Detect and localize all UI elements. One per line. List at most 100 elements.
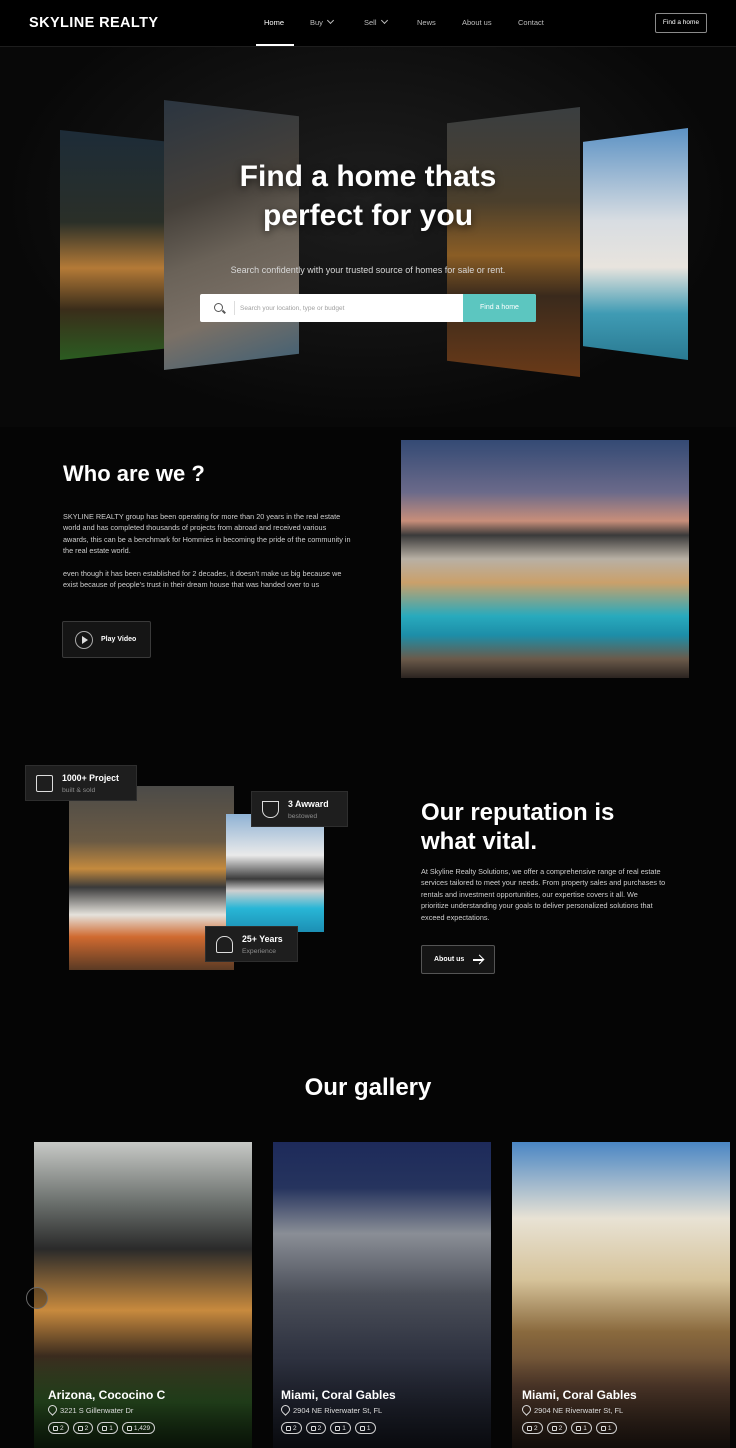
building-icon: [36, 775, 53, 792]
gallery-card[interactable]: Miami, Coral Gables 2904 NE Riverwater S…: [273, 1142, 491, 1448]
nav-news[interactable]: News: [417, 18, 436, 27]
garage-icon: [335, 1425, 341, 1431]
bath-icon: [310, 1425, 316, 1431]
nav-home[interactable]: Home: [264, 18, 284, 27]
feature-value: 2: [293, 1424, 297, 1432]
card-title: Arizona, Cococino C: [48, 1388, 166, 1402]
pool-house-image: [226, 814, 324, 932]
feature-value: 1: [583, 1424, 587, 1432]
about-us-button[interactable]: About us: [421, 945, 495, 974]
gallery-title: Our gallery: [304, 1074, 432, 1101]
card-features: 2 2 1 1: [522, 1422, 617, 1434]
who-title: Who are we ?: [63, 461, 205, 486]
card-shade: [273, 1358, 491, 1448]
card-address: 2904 NE Riverwater St, FL: [534, 1406, 624, 1415]
nav-buy-label: Buy: [310, 18, 323, 27]
hero-title: Find a home thats perfect for you: [168, 157, 568, 235]
badge-subtitle: Experience: [242, 948, 277, 955]
feature-value: 2: [558, 1424, 563, 1432]
search-icon: [214, 303, 223, 312]
area-icon: [359, 1425, 365, 1431]
feature-value: 1: [607, 1424, 612, 1432]
hero-house-image-1: [60, 130, 166, 360]
nav-contact[interactable]: Contact: [518, 18, 544, 27]
feature-bathrooms: 2: [72, 1422, 94, 1434]
card-features: 2 2 1 1: [281, 1422, 376, 1434]
hero-house-image-4: [583, 128, 688, 360]
who-paragraph-2: even though it has been established for …: [63, 569, 342, 590]
reputation-title-line2: what vital.: [421, 828, 538, 855]
find-home-search-button[interactable]: Find a home: [463, 294, 536, 322]
feature-value: 2: [317, 1424, 322, 1432]
reputation-paragraph: At Skyline Realty Solutions, we offer a …: [421, 867, 666, 922]
feature-bedrooms: 2: [281, 1422, 302, 1434]
brand-logo[interactable]: SKYLINE REALTY: [29, 15, 158, 31]
search-divider: [234, 301, 235, 315]
reputation-title: Our reputation is what vital.: [421, 798, 681, 856]
search-input[interactable]: [240, 294, 455, 322]
feature-value: 2: [534, 1424, 538, 1432]
feature-garage: 1: [330, 1422, 351, 1434]
hero-subtitle: Search confidently with your trusted sou…: [230, 265, 506, 275]
reputation-title-line1: Our reputation is: [421, 799, 615, 826]
trophy-icon: [262, 801, 279, 818]
feature-value: 1: [342, 1424, 346, 1432]
garage-icon: [102, 1425, 108, 1431]
gallery-prev-button[interactable]: [26, 1287, 48, 1309]
team-icon: [216, 936, 233, 953]
card-title: Miami, Coral Gables: [281, 1388, 396, 1402]
feature-garage: 1: [571, 1422, 592, 1434]
feature-value: 2: [60, 1424, 64, 1432]
area-icon: [600, 1425, 606, 1431]
nav-active-indicator: [256, 44, 294, 46]
feature-value: 1: [366, 1424, 371, 1432]
bed-icon: [527, 1425, 532, 1431]
play-icon: [75, 631, 93, 649]
area-icon: [126, 1425, 132, 1431]
nav-sell[interactable]: Sell: [364, 16, 388, 27]
bath-icon: [551, 1425, 557, 1431]
badge-subtitle: bestowed: [288, 813, 318, 820]
feature-bathrooms: 2: [546, 1422, 568, 1434]
card-shade: [512, 1358, 730, 1448]
card-address: 2904 NE Riverwater St, FL: [293, 1406, 383, 1415]
nav-buy[interactable]: Buy: [310, 16, 334, 27]
who-paragraph-1: SKYLINE REALTY group has been operating …: [63, 512, 351, 556]
badge-title: 25+ Years: [242, 934, 283, 944]
badge-title: 1000+ Project: [62, 773, 119, 783]
card-features: 2 2 1 1,429: [48, 1422, 156, 1434]
nav-about[interactable]: About us: [462, 18, 492, 27]
arrow-right-icon: [473, 959, 483, 961]
stat-badge-years: 25+ Years Experience: [205, 926, 298, 962]
find-home-nav-button[interactable]: Find a home: [655, 13, 707, 33]
badge-subtitle: built & sold: [62, 787, 96, 794]
top-nav: SKYLINE REALTY Home Buy Sell News About …: [0, 0, 736, 47]
gallery-card[interactable]: Miami, Coral Gables 2904 NE Riverwater S…: [512, 1142, 730, 1448]
modern-villa-image: [401, 440, 689, 678]
gallery-card[interactable]: Arizona, Cococino C 3221 S Gillenwater D…: [34, 1142, 252, 1448]
hero-title-line2: perfect for you: [262, 199, 474, 232]
chevron-down-icon: [380, 16, 388, 25]
feature-bedrooms: 2: [48, 1422, 69, 1434]
feature-bedrooms: 2: [522, 1422, 543, 1434]
feature-bathrooms: 2: [305, 1422, 327, 1434]
feature-value: 2: [84, 1424, 89, 1432]
feature-area: 1,429: [121, 1422, 156, 1434]
search-bar: Find a home: [200, 294, 536, 322]
card-shade: [34, 1358, 252, 1448]
feature-area: 1: [354, 1422, 376, 1434]
play-video-label: Play Video: [101, 636, 137, 643]
bath-icon: [77, 1425, 83, 1431]
play-video-button[interactable]: Play Video: [62, 621, 151, 658]
badge-title: 3 Awward: [288, 799, 329, 809]
hero-house-image-3: [447, 107, 580, 377]
feature-area: 1: [595, 1422, 617, 1434]
hero-title-line1: Find a home thats: [239, 160, 497, 193]
stat-badge-awards: 3 Awward bestowed: [251, 791, 348, 827]
stat-badge-projects: 1000+ Project built & sold: [25, 765, 137, 801]
feature-value: 1,429: [133, 1424, 151, 1432]
feature-value: 1: [109, 1424, 113, 1432]
bed-icon: [286, 1425, 291, 1431]
feature-garage: 1: [97, 1422, 118, 1434]
card-title: Miami, Coral Gables: [522, 1388, 637, 1402]
